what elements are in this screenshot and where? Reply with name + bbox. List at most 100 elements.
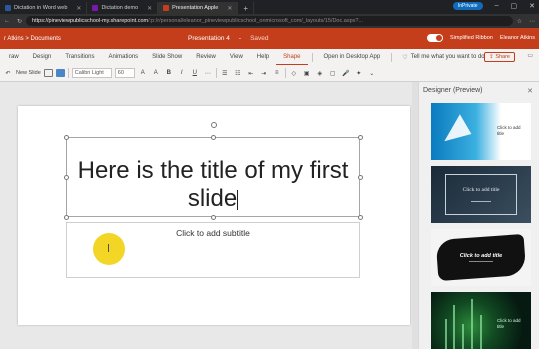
grow-font-icon[interactable]: A [138,70,148,76]
word-icon [5,5,11,11]
simplified-ribbon-toggle[interactable] [427,34,444,42]
divider [391,52,393,62]
open-desktop-app-button[interactable]: Open in Desktop App [317,49,388,65]
resize-handle-s[interactable] [211,215,216,220]
font-size-select[interactable]: 60 [114,68,135,78]
ribbon-tabs: raw Design Transitions Animations Slide … [0,49,539,65]
tab-transitions[interactable]: Transitions [58,49,101,65]
address-bar: ← ↻ https://pineviewpublicschool-my.shar… [0,14,539,28]
lightbulb-icon: ♡ [402,54,408,61]
tab-review[interactable]: Review [189,49,223,65]
save-status: Saved [250,35,269,42]
refresh-icon[interactable]: ↻ [17,18,22,25]
close-icon[interactable]: ✕ [527,87,533,95]
document-title-group: Presentation 4 - Saved [188,35,269,42]
tab-help[interactable]: Help [250,49,276,65]
picture-icon[interactable] [55,69,65,77]
comment-icon[interactable]: ▭ [527,52,533,59]
tab-slide-show[interactable]: Slide Show [145,49,189,65]
subtitle-line [431,197,531,202]
document-title[interactable]: Presentation 4 [188,35,230,42]
more-font-icon[interactable]: ⋯ [203,70,213,77]
slide-title-line-2: slide [187,185,238,212]
undo-icon[interactable]: ↶ [3,70,13,77]
tab-animations[interactable]: Animations [101,49,145,65]
slide-canvas[interactable]: Here is the title of my first slide Clic… [18,106,410,325]
title-placeholder[interactable]: Here is the title of my first slide [64,122,363,220]
resize-handle-w[interactable] [64,175,69,180]
design-option-label: Click to add title [459,253,503,259]
maximize-icon[interactable]: ▢ [511,2,518,10]
slide-title[interactable]: Here is the title of my first slide [67,157,359,213]
resize-handle-nw[interactable] [64,135,69,140]
subtitle-line [469,261,493,262]
light-streak [445,319,447,349]
breadcrumb-user: r Atkins [4,35,24,42]
url-field[interactable]: https://pineviewpublicschool-my.sharepoi… [26,16,513,26]
shrink-font-icon[interactable]: A [151,70,161,76]
share-button[interactable]: ⇪ Share [484,52,515,62]
resize-handle-ne[interactable] [358,135,363,140]
minimize-icon[interactable]: – [495,2,499,10]
shape-fill-icon[interactable]: ◈ [315,70,325,77]
shapes-icon[interactable]: ◇ [289,70,299,77]
increase-indent-icon[interactable]: ⇥ [259,70,269,77]
design-option-3[interactable]: Click to add title [431,229,531,286]
new-tab-button[interactable]: + [238,2,255,14]
rotate-handle[interactable] [211,122,217,128]
header-right: Simplified Ribbon Eleanor Atkins [427,34,535,42]
new-slide-button[interactable]: New Slide [16,70,41,76]
numbering-icon[interactable]: ☷ [233,70,243,77]
bold-icon[interactable]: B [164,70,174,76]
close-icon[interactable]: ✕ [76,5,81,12]
bird-graphic [438,112,472,142]
light-streak [471,299,473,349]
powerpoint-icon [163,5,170,11]
onenote-icon [92,5,99,11]
underline-icon[interactable]: U [190,70,200,76]
bullets-icon[interactable]: ☰ [220,70,230,77]
star-icon[interactable]: ☆ [517,18,522,25]
user-name[interactable]: Eleanor Atkins [500,35,535,41]
profile-badge[interactable]: InPrivate [452,2,483,10]
tab-shape[interactable]: Shape [276,49,308,65]
tell-me-search[interactable]: ♡ Tell me what you want to do [396,54,490,61]
tab-draw[interactable]: raw [2,49,26,65]
italic-icon[interactable]: I [177,70,187,76]
design-option-4[interactable]: Click to add title [431,292,531,349]
tab-design[interactable]: Design [26,49,59,65]
design-option-2[interactable]: Click to add title [431,166,531,223]
close-window-icon[interactable]: ✕ [529,2,535,10]
resize-handle-se[interactable] [358,215,363,220]
light-streak [462,324,464,349]
more-options-icon[interactable]: ⌄ [367,70,377,77]
browser-tab-demo[interactable]: Dictation demo ✕ [87,2,159,14]
close-icon[interactable]: ✕ [227,5,232,12]
breadcrumb[interactable]: r Atkins > Documents [4,36,61,42]
plus-icon: + [243,3,249,13]
align-icon[interactable]: ≡ [272,70,282,76]
back-icon[interactable]: ← [4,18,10,25]
design-option-1[interactable]: Click to add title [431,103,531,160]
designer-icon[interactable]: ✦ [354,70,364,77]
shape-outline-icon[interactable]: ▢ [328,70,338,77]
tab-view[interactable]: View [223,49,250,65]
window-controls: InPrivate – ▢ ✕ [452,2,535,10]
browser-tab-presentation[interactable]: Presentation Apple ✕ [158,2,239,14]
font-name-select[interactable]: Calibri Light [71,68,112,78]
resize-handle-e[interactable] [358,175,363,180]
resize-handle-n[interactable] [211,135,216,140]
arrange-icon[interactable]: ▣ [302,70,312,77]
browser-tab-word[interactable]: Dictation in Word web ✕ [0,2,88,14]
url-path: /:p:/r/personal/eleanor_pineviewpublicsc… [148,18,364,24]
resize-handle-sw[interactable] [64,215,69,220]
light-streak [453,305,455,349]
dictate-icon[interactable]: 🎤 [341,70,351,77]
slide-title-line-1: Here is the title of my first [77,157,349,184]
layout-icon[interactable] [43,69,53,77]
design-option-label: Click to add title [462,187,500,193]
text-caret [237,189,239,210]
close-icon[interactable]: ✕ [147,5,152,12]
extensions-icon[interactable]: ⋯ [529,18,535,25]
decrease-indent-icon[interactable]: ⇤ [246,70,256,77]
